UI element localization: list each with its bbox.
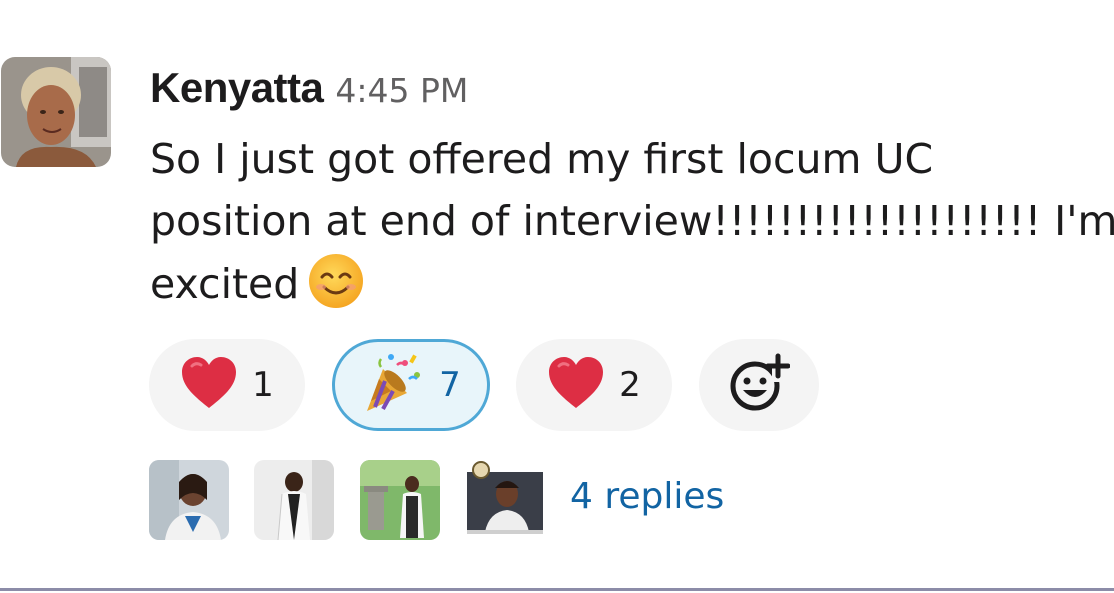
message-divider: [0, 588, 1114, 591]
message-line-text: excited: [150, 260, 300, 308]
message-line-last: excited: [150, 252, 1114, 327]
red-heart-icon: [547, 356, 605, 414]
message: Kenyatta 4:45 PM So I just got offered my…: [0, 0, 1114, 593]
reaction-count: 2: [619, 365, 641, 405]
reaction-heart-2[interactable]: 2: [516, 339, 672, 431]
author-name[interactable]: Kenyatta: [150, 64, 324, 111]
reply-participant-avatar: [254, 460, 334, 540]
message-timestamp[interactable]: 4:45 PM: [335, 71, 468, 110]
replies-link[interactable]: 4 replies: [570, 476, 724, 517]
reaction-count: 1: [252, 365, 274, 405]
add-reaction-icon: [728, 352, 791, 418]
reaction-count: 7: [439, 365, 461, 405]
message-line: So I just got offered my first locum UC: [150, 135, 934, 183]
red-heart-icon: [180, 356, 238, 414]
message-body: So I just got offered my first locum UC …: [150, 128, 1114, 327]
smiling-face-emoji: [307, 252, 365, 327]
reply-participant-avatar: [360, 460, 440, 540]
reply-participant-avatar: [465, 460, 545, 540]
reply-participant-avatar: [149, 460, 229, 540]
add-reaction-button[interactable]: [699, 339, 819, 431]
party-popper-icon: [361, 351, 425, 419]
message-line: position at end of interview!!!!!!!!!!!!…: [150, 197, 1114, 245]
reaction-heart-1[interactable]: 1: [149, 339, 305, 431]
author-avatar[interactable]: [1, 57, 111, 167]
reaction-party-popper[interactable]: 7: [332, 339, 490, 431]
message-header: Kenyatta 4:45 PM: [150, 64, 468, 112]
